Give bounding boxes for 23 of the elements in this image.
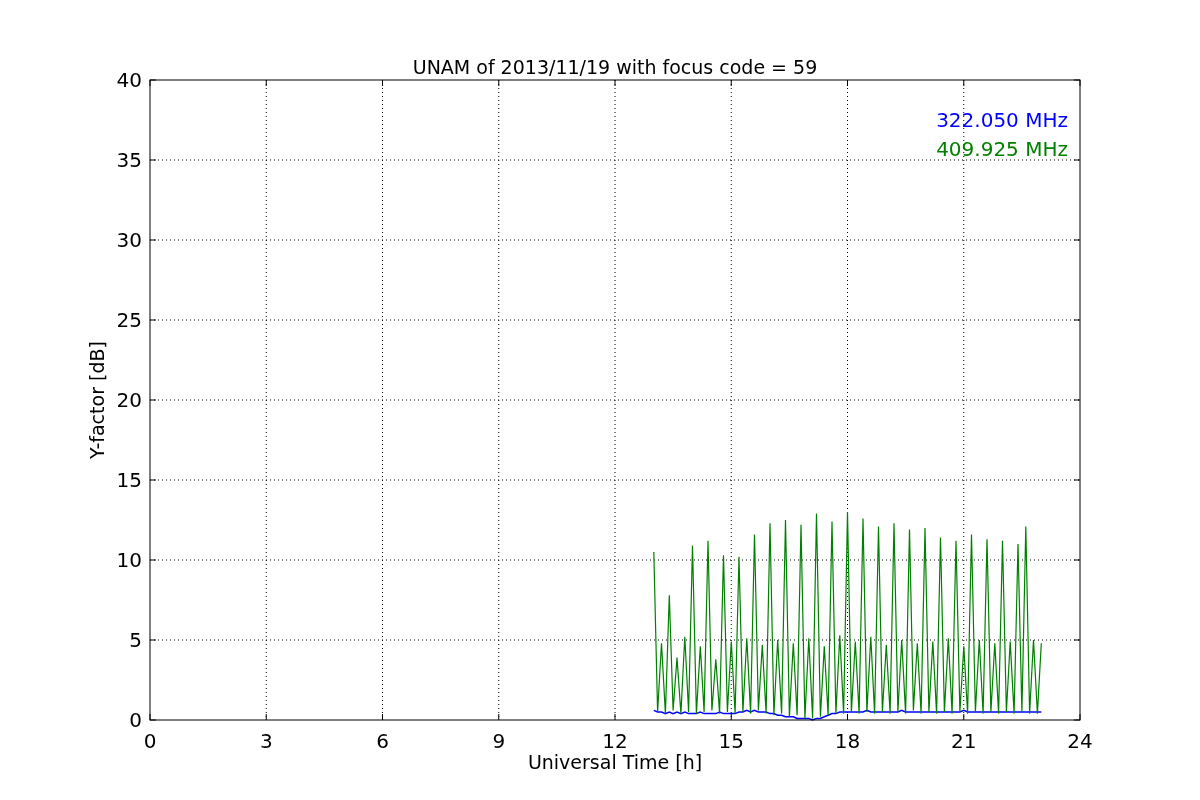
tick-label: 35 <box>116 148 142 172</box>
tick-label: 0 <box>143 729 157 753</box>
tick-label: 0 <box>129 708 142 732</box>
legend-label: 322.050 MHz <box>936 108 1068 132</box>
tick-label: 15 <box>718 729 744 753</box>
tick-label: 5 <box>129 628 142 652</box>
tick-label: 20 <box>116 388 142 412</box>
tick-label: 3 <box>259 729 273 753</box>
tick-label: 12 <box>602 729 628 753</box>
tick-label: 24 <box>1067 729 1093 753</box>
tick-label: 40 <box>116 68 142 92</box>
y-axis-label: Y-factor [dB] <box>86 341 108 459</box>
tick-label: 18 <box>834 729 861 753</box>
tick-label: 21 <box>951 729 977 753</box>
tick-label: 6 <box>376 729 389 753</box>
tick-label: 25 <box>116 308 142 332</box>
chart-title: UNAM of 2013/11/19 with focus code = 59 <box>412 56 818 78</box>
x-axis-label: Universal Time [h] <box>527 751 703 773</box>
tick-label: 30 <box>116 228 142 252</box>
tick-label: 10 <box>116 548 142 572</box>
tick-label: 15 <box>116 468 142 492</box>
tick-label: 9 <box>492 729 506 753</box>
legend-label: 409.925 MHz <box>936 137 1068 161</box>
